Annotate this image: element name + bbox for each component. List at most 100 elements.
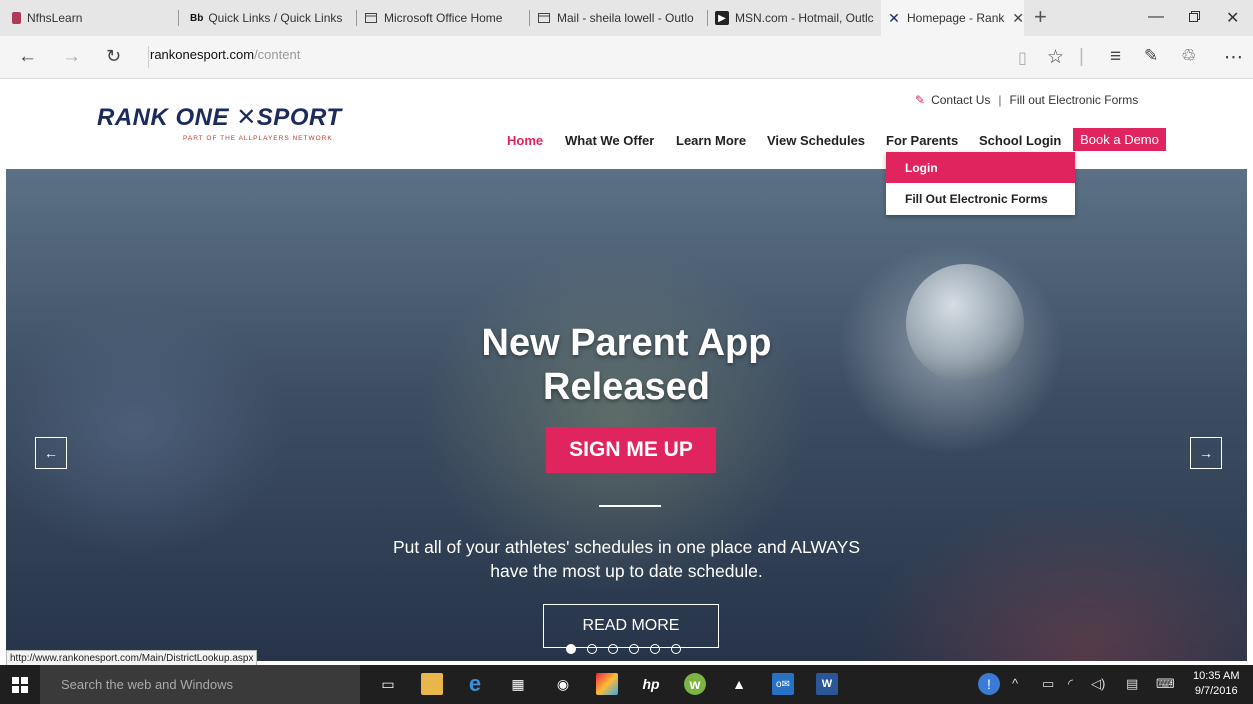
taskbar-clock[interactable]: 10:35 AM 9/7/2016 (1193, 669, 1239, 699)
tab-nfhslearn[interactable]: NfhsLearn (6, 0, 174, 36)
nav-view-schedules[interactable]: View Schedules (767, 133, 865, 148)
rankone-icon: ✕ (888, 9, 900, 26)
edit-icon: ✎ (915, 93, 926, 107)
new-tab-icon[interactable]: + (1034, 6, 1047, 28)
carousel-dots (566, 644, 681, 654)
tab-label: Mail - sheila lowell - Outlo (557, 11, 694, 25)
word-icon[interactable]: W (816, 673, 838, 695)
favorite-star-icon[interactable]: ☆ (1047, 46, 1064, 69)
carousel-dot[interactable] (566, 644, 576, 654)
tab-msn[interactable]: ▶ MSN.com - Hotmail, Outlc (709, 0, 879, 36)
contact-us-link[interactable]: Contact Us (931, 93, 990, 107)
carousel-dot[interactable] (650, 644, 660, 654)
divider (148, 46, 149, 68)
close-window-icon[interactable]: ✕ (1226, 8, 1239, 28)
dropdown-login[interactable]: Login (886, 152, 1075, 183)
nav-school-login[interactable]: School Login (979, 133, 1061, 148)
hero-title: New Parent App Released (6, 321, 1247, 409)
nav-what-we-offer[interactable]: What We Offer (565, 133, 654, 148)
top-links: ✎ Contact Us | Fill out Electronic Forms (915, 93, 1138, 107)
minimize-icon[interactable]: — (1148, 8, 1164, 26)
tab-label: Microsoft Office Home (384, 11, 503, 25)
site-logo[interactable]: RANK ONE ✕SPORT (97, 103, 342, 132)
url-field[interactable]: rankonesport.com/content (150, 47, 300, 62)
close-tab-icon[interactable]: ✕ (1012, 10, 1024, 27)
restore-icon[interactable] (1189, 9, 1200, 27)
browser-tab-strip: NfhsLearn Bb Quick Links / Quick Links M… (0, 0, 1253, 36)
show-hidden-icons-icon[interactable]: ^ (1012, 676, 1018, 691)
keyboard-icon[interactable]: ⌨ (1156, 676, 1175, 692)
web-note-icon[interactable]: ✎ (1144, 46, 1158, 66)
sign-me-up-button[interactable]: SIGN ME UP (546, 427, 716, 473)
photos-app-icon[interactable] (596, 673, 618, 695)
tab-mail[interactable]: Mail - sheila lowell - Outlo (531, 0, 707, 36)
nfhs-icon (12, 12, 21, 24)
taskbar-search-input[interactable]: Search the web and Windows (40, 665, 360, 704)
prev-slide-arrow-icon[interactable]: ← (35, 437, 67, 469)
logo-x-icon: ✕ (236, 104, 257, 131)
nav-for-parents[interactable]: For Parents (886, 133, 958, 148)
refresh-icon[interactable]: ↻ (106, 46, 121, 67)
more-icon[interactable]: ⋯ (1224, 46, 1243, 69)
clock-date: 9/7/2016 (1194, 685, 1238, 697)
nav-learn-more[interactable]: Learn More (676, 133, 746, 148)
tab-label: Homepage - Rank On (907, 11, 1005, 25)
edge-browser-icon[interactable]: e (464, 671, 486, 696)
page-icon (537, 11, 551, 25)
battery-icon[interactable]: ▭ (1042, 676, 1054, 692)
file-explorer-icon[interactable] (421, 673, 443, 695)
tab-quick-links[interactable]: Bb Quick Links / Quick Links (184, 0, 364, 36)
carousel-dot[interactable] (671, 644, 681, 654)
tab-label: Quick Links / Quick Links (208, 11, 343, 25)
notification-app-icon[interactable]: ! (978, 673, 1000, 695)
divider: | (1079, 46, 1084, 67)
divider (599, 505, 661, 507)
hero-desc-line1: Put all of your athletes' schedules in o… (392, 537, 861, 557)
for-parents-dropdown: Login Fill Out Electronic Forms (886, 152, 1075, 215)
tab-separator (356, 10, 357, 26)
camera-app-icon[interactable]: ◉ (552, 673, 574, 695)
store-icon[interactable]: ▦ (507, 673, 529, 695)
start-icon[interactable] (0, 665, 40, 704)
read-more-button[interactable]: READ MORE (543, 604, 719, 648)
logo-tagline: PART OF THE ALLPLAYERS NETWORK (183, 135, 333, 142)
task-view-icon[interactable]: ▭ (377, 673, 399, 695)
share-icon[interactable]: ♲ (1181, 46, 1196, 66)
tab-separator (178, 10, 179, 26)
forward-icon[interactable]: → (62, 46, 81, 68)
action-center-icon[interactable]: ▤ (1126, 676, 1138, 692)
hub-icon[interactable]: ≡ (1110, 46, 1121, 68)
app-w-icon[interactable]: w (684, 673, 706, 695)
clock-time: 10:35 AM (1193, 670, 1240, 682)
logo-text-2: SPORT (256, 104, 342, 131)
hp-icon[interactable]: hp (640, 673, 662, 695)
outlook-icon[interactable]: o✉ (772, 673, 794, 695)
hero-carousel: New Parent App Released SIGN ME UP Put a… (6, 169, 1247, 661)
tab-separator (529, 10, 530, 26)
nav-home[interactable]: Home (507, 133, 543, 148)
carousel-dot[interactable] (587, 644, 597, 654)
pictures-icon[interactable]: ▲ (728, 673, 750, 695)
blackboard-icon: Bb (190, 12, 204, 24)
hero-title-line1: New Parent App (481, 322, 772, 364)
reading-view-icon[interactable]: ▯ (1018, 48, 1027, 68)
wifi-icon[interactable]: ◜ (1068, 676, 1073, 692)
volume-icon[interactable]: ◁) (1091, 676, 1105, 692)
url-path: /content (254, 47, 301, 62)
hero-title-line2: Released (543, 366, 710, 408)
separator: | (998, 93, 1002, 107)
carousel-dot[interactable] (608, 644, 618, 654)
msn-icon: ▶ (715, 11, 729, 25)
tab-rankone-homepage[interactable]: ✕ Homepage - Rank On ✕ (881, 0, 1024, 36)
tab-office-home[interactable]: Microsoft Office Home (358, 0, 528, 36)
carousel-dot[interactable] (629, 644, 639, 654)
next-slide-arrow-icon[interactable]: → (1190, 437, 1222, 469)
hero-description: Put all of your athletes' schedules in o… (6, 535, 1247, 583)
dropdown-fill-forms[interactable]: Fill Out Electronic Forms (886, 183, 1075, 214)
back-icon[interactable]: ← (18, 46, 37, 68)
tab-separator (707, 10, 708, 26)
page-icon (364, 11, 378, 25)
fill-forms-link[interactable]: Fill out Electronic Forms (1010, 93, 1139, 107)
hero-desc-line2: have the most up to date schedule. (490, 561, 763, 581)
book-demo-button[interactable]: Book a Demo (1073, 128, 1166, 151)
